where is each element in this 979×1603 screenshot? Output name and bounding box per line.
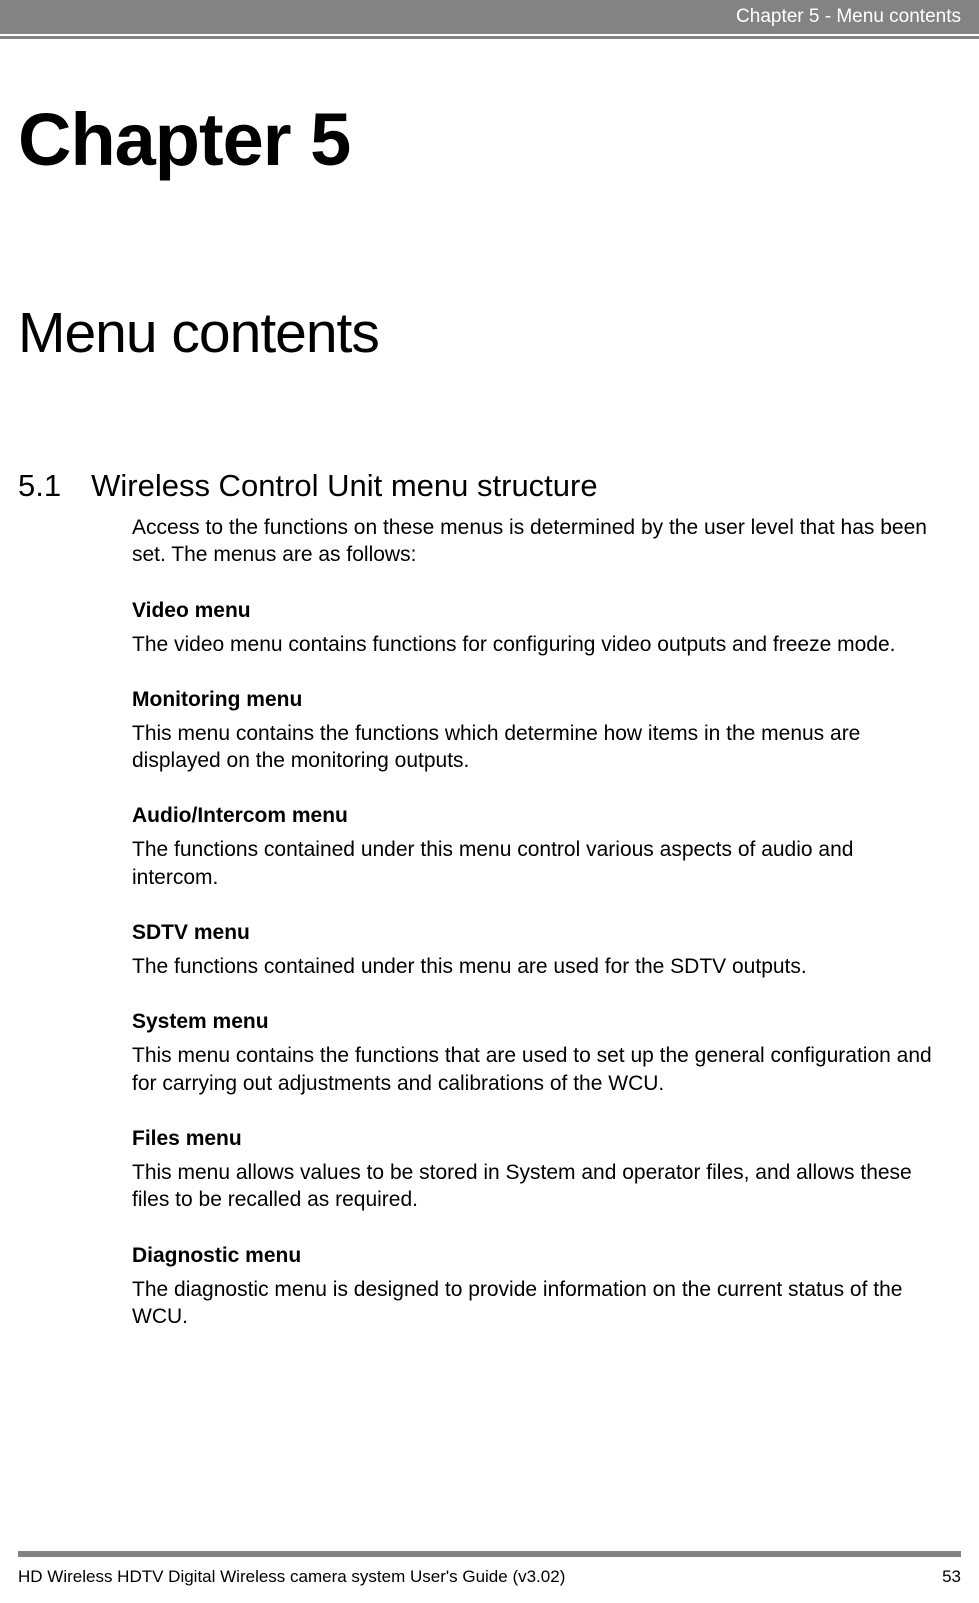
menu-block: System menu This menu contains the funct… <box>132 1010 943 1097</box>
menu-block: Video menu The video menu contains funct… <box>132 599 943 658</box>
menu-heading: System menu <box>132 1010 943 1034</box>
page-header: Chapter 5 - Menu contents <box>0 0 979 34</box>
menu-heading: Monitoring menu <box>132 688 943 712</box>
chapter-subtitle: Menu contents <box>18 300 961 366</box>
menu-heading: Diagnostic menu <box>132 1244 943 1268</box>
page-footer: HD Wireless HDTV Digital Wireless camera… <box>18 1567 961 1587</box>
menu-description: This menu contains the functions that ar… <box>132 1042 943 1097</box>
footer-doc-title: HD Wireless HDTV Digital Wireless camera… <box>18 1567 565 1587</box>
running-title: Chapter 5 - Menu contents <box>736 6 961 27</box>
chapter-title: Chapter 5 <box>18 97 961 182</box>
footer-page-number: 53 <box>942 1567 961 1587</box>
menu-description: The diagnostic menu is designed to provi… <box>132 1276 943 1331</box>
menu-block: SDTV menu The functions contained under … <box>132 921 943 980</box>
menu-heading: Video menu <box>132 599 943 623</box>
section-intro: Access to the functions on these menus i… <box>132 514 943 569</box>
section-heading: 5.1 Wireless Control Unit menu structure <box>18 468 961 504</box>
menu-block: Files menu This menu allows values to be… <box>132 1127 943 1214</box>
section-title: Wireless Control Unit menu structure <box>91 468 598 504</box>
header-rule <box>0 36 979 39</box>
menu-heading: Files menu <box>132 1127 943 1151</box>
menu-heading: SDTV menu <box>132 921 943 945</box>
menu-block: Audio/Intercom menu The functions contai… <box>132 804 943 891</box>
menu-block: Diagnostic menu The diagnostic menu is d… <box>132 1244 943 1331</box>
menu-description: This menu allows values to be stored in … <box>132 1159 943 1214</box>
menu-heading: Audio/Intercom menu <box>132 804 943 828</box>
body-content: Access to the functions on these menus i… <box>132 514 943 1330</box>
menu-description: The video menu contains functions for co… <box>132 631 943 658</box>
menu-block: Monitoring menu This menu contains the f… <box>132 688 943 775</box>
page-content: Chapter 5 Menu contents 5.1 Wireless Con… <box>0 97 979 1330</box>
section-number: 5.1 <box>18 468 61 504</box>
menu-description: The functions contained under this menu … <box>132 836 943 891</box>
menu-description: The functions contained under this menu … <box>132 953 943 980</box>
menu-description: This menu contains the functions which d… <box>132 720 943 775</box>
footer-rule <box>18 1551 961 1557</box>
